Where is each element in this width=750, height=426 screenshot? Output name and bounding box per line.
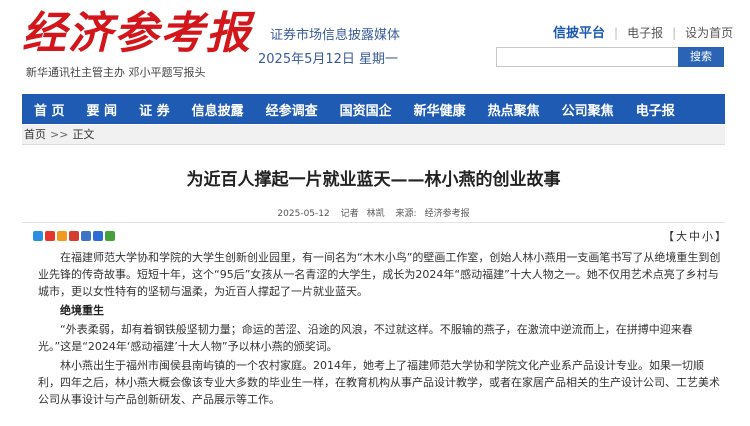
share-bar	[33, 231, 115, 241]
font-size-small[interactable]: 小	[702, 230, 713, 243]
nav-item-health[interactable]: 新华健康	[414, 100, 466, 119]
paragraph: 林小燕出生于福州市闽侯县南屿镇的一个农村家庭。2014年，她考上了福建师范大学协…	[38, 359, 720, 406]
nav-item-news[interactable]: 要 闻	[87, 100, 118, 119]
source-label: 来源:	[395, 209, 417, 219]
kaixin-icon[interactable]	[81, 231, 91, 241]
toplink-set-homepage[interactable]: 设为首页	[685, 24, 733, 41]
qzone-icon[interactable]	[33, 231, 43, 241]
site-slogan: 证券市场信息披露媒体	[270, 28, 401, 43]
reporter-label: 记者	[340, 209, 359, 219]
paragraph: “外表柔弱，却有着钢铁般坚韧力量；命运的苦涩、沿途的风浪，不过就这样。不服输的燕…	[38, 323, 693, 353]
baidu-icon[interactable]	[93, 231, 103, 241]
sina-weibo-icon[interactable]	[45, 231, 55, 241]
nav-item-company[interactable]: 公司聚焦	[562, 100, 614, 119]
toplink-epaper[interactable]: 电子报	[627, 24, 663, 41]
renren-icon[interactable]	[69, 231, 79, 241]
search-button[interactable]: 搜索	[678, 47, 724, 67]
nav-item-hot-topics[interactable]: 热点聚焦	[488, 100, 540, 119]
source-name: 经济参考报	[424, 209, 470, 219]
nav-item-epaper[interactable]: 电子报	[636, 100, 675, 119]
paragraph: 在福建师范大学协和学院的大学生创新创业园里，有一间名为“木木小鸟”的壁画工作室，…	[38, 251, 721, 298]
main-nav: 首 页 要 闻 证 券 信息披露 经参调查 国资国企 新华健康 热点聚焦 公司聚…	[22, 94, 725, 124]
logo-subtitle: 新华通讯社主管主办 邓小平题写报头	[26, 66, 206, 79]
reporter-name: 林凯	[366, 209, 385, 219]
bracket-close: 】	[715, 230, 726, 243]
nav-item-securities[interactable]: 证 券	[139, 100, 170, 119]
search-input[interactable]	[496, 47, 679, 67]
font-size-control: 【大中小】	[662, 228, 727, 244]
toplink-separator: |	[672, 26, 677, 40]
article-title: 为近百人撑起一片就业蓝天——林小燕的创业故事	[186, 170, 561, 190]
current-date: 2025年5月12日 星期一	[258, 52, 399, 67]
toplink-separator: |	[614, 26, 619, 40]
breadcrumb: 首页 >> 正文	[22, 125, 725, 145]
site-logo[interactable]: 经济参考报	[22, 8, 252, 60]
wechat-icon[interactable]	[105, 231, 115, 241]
article-date: 2025-05-12	[277, 209, 330, 219]
top-links: 信披平台 | 电子报 | 设为首页	[553, 22, 733, 41]
toplink-disclosure-platform[interactable]: 信披平台	[553, 22, 605, 41]
nav-item-home[interactable]: 首 页	[34, 100, 65, 119]
font-size-medium[interactable]: 中	[689, 230, 700, 243]
nav-item-disclosure[interactable]: 信息披露	[192, 100, 244, 119]
tencent-weibo-icon[interactable]	[57, 231, 67, 241]
section-subtitle: 绝境重生	[60, 304, 104, 317]
meta-divider	[22, 222, 725, 223]
breadcrumb-current: 正文	[72, 128, 95, 141]
nav-item-investigation[interactable]: 经参调查	[266, 100, 318, 119]
article-body: 在福建师范大学协和学院的大学生创新创业园里，有一间名为“木木小鸟”的壁画工作室，…	[38, 249, 723, 410]
breadcrumb-separator: >>	[50, 128, 69, 141]
article-meta: 2025-05-12 记者 林凯 来源: 经济参考报	[22, 206, 725, 219]
site-header: 经济参考报 新华通讯社主管主办 邓小平题写报头 证券市场信息披露媒体 2025年…	[0, 0, 750, 92]
nav-item-soe[interactable]: 国资国企	[340, 100, 392, 119]
breadcrumb-home[interactable]: 首页	[24, 128, 46, 141]
font-size-large[interactable]: 大	[676, 230, 687, 243]
bracket-open: 【	[663, 230, 674, 243]
